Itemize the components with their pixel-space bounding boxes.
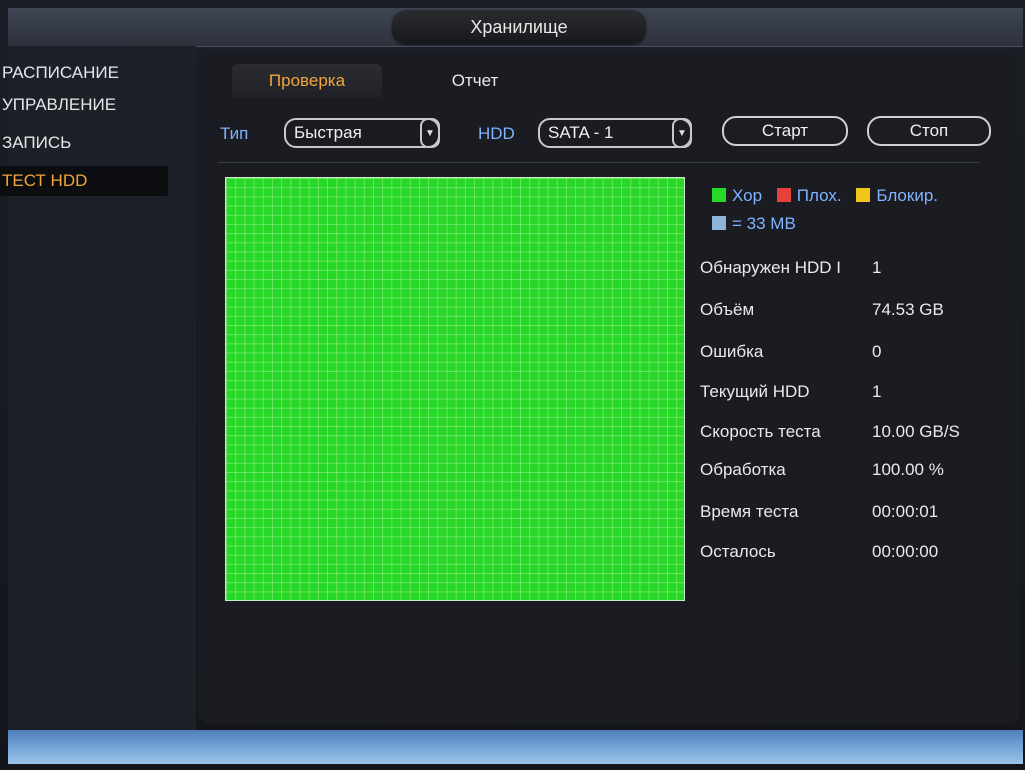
bad-swatch-icon	[776, 188, 791, 202]
info-value-current-hdd: 1	[872, 382, 882, 401]
chevron-down-icon[interactable]: ▼	[672, 118, 692, 148]
info-label-detected: Обнаружен HDD I	[700, 258, 841, 277]
tab-report[interactable]: Отчет	[420, 64, 530, 98]
start-button[interactable]: Старт	[722, 116, 848, 146]
info-label-progress: Обработка	[700, 460, 786, 479]
legend-blocked: Блокир.	[876, 186, 939, 205]
divider	[218, 162, 980, 163]
legend-bad: Плох.	[796, 186, 842, 205]
info-value-error: 0	[872, 342, 882, 361]
chevron-down-icon[interactable]: ▼	[420, 118, 440, 148]
info-label-capacity: Объём	[700, 300, 755, 319]
tab-check[interactable]: Проверка	[232, 64, 382, 98]
info-value-test-time: 00:00:01	[872, 502, 939, 521]
hdd-sector-map	[225, 177, 685, 601]
block-size-swatch-icon	[712, 216, 726, 230]
info-value-detected: 1	[872, 258, 882, 277]
info-label-error: Ошибка	[700, 342, 764, 361]
legend: Хор Плох. Блокир. = 33 MB	[712, 186, 948, 234]
hdd-label: HDD	[478, 124, 515, 143]
info-label-test-time: Время теста	[700, 502, 799, 521]
type-select-value: Быстрая	[294, 123, 362, 142]
sidebar-item-hdd-test[interactable]: ТЕСТ HDD	[0, 166, 168, 196]
bottom-bar	[8, 730, 1023, 764]
info-label-remaining: Осталось	[700, 542, 776, 561]
window-title: Хранилище	[392, 10, 646, 44]
good-swatch-icon	[712, 188, 726, 202]
sidebar-item-record[interactable]: ЗАПИСЬ	[0, 128, 168, 158]
legend-good: Хор	[732, 186, 763, 205]
info-label-current-hdd: Текущий HDD	[700, 382, 810, 401]
info-value-capacity: 74.53 GB	[872, 300, 944, 319]
legend-block-size: = 33 MB	[732, 214, 796, 233]
screen: Хранилище РАСПИСАНИЕ УПРАВЛЕНИЕ ЗАПИСЬ Т…	[0, 0, 1025, 770]
info-value-test-speed: 10.00 GB/S	[872, 422, 960, 441]
sidebar-item-schedule[interactable]: РАСПИСАНИЕ	[0, 58, 168, 88]
sidebar-item-management[interactable]: УПРАВЛЕНИЕ	[0, 90, 168, 120]
info-value-remaining: 00:00:00	[872, 542, 939, 561]
hdd-select-value: SATA - 1	[548, 123, 614, 142]
type-select[interactable]: Быстрая ▼	[284, 118, 440, 148]
type-label: Тип	[220, 124, 249, 143]
stop-button[interactable]: Стоп	[867, 116, 991, 146]
info-label-test-speed: Скорость теста	[700, 422, 821, 441]
hdd-select[interactable]: SATA - 1 ▼	[538, 118, 692, 148]
info-value-progress: 100.00 %	[872, 460, 944, 479]
blocked-swatch-icon	[856, 188, 871, 202]
